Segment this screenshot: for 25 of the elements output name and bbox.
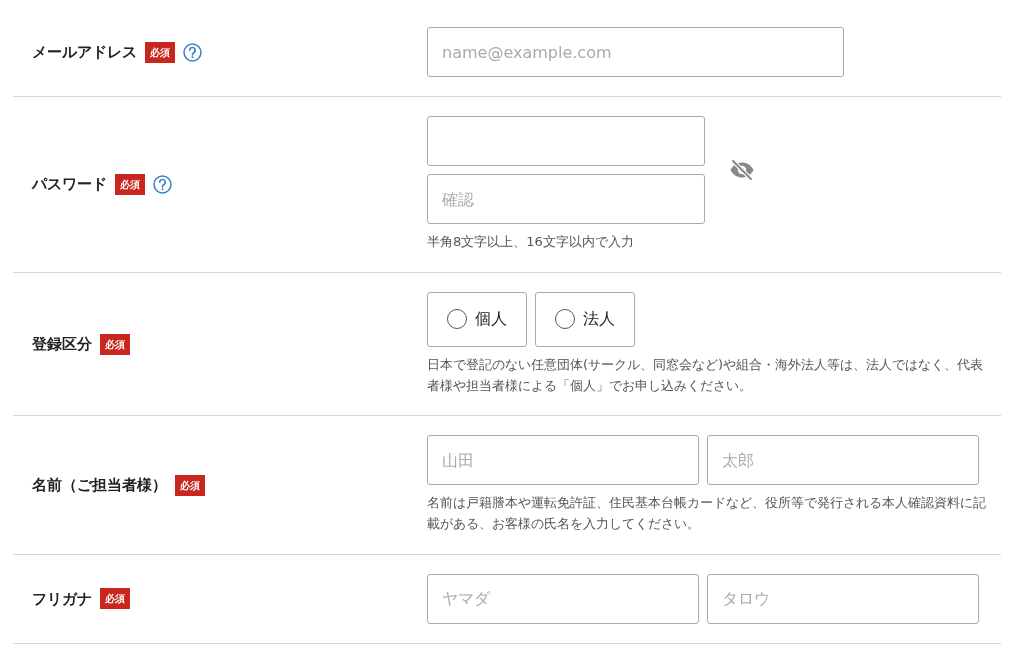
input-field[interactable]: name@example.com bbox=[427, 27, 844, 77]
help-icon[interactable] bbox=[153, 174, 172, 194]
field-label: メールアドレス bbox=[32, 41, 137, 63]
required-tag: 必須 bbox=[145, 41, 175, 63]
input-field[interactable]: タロウ bbox=[707, 574, 979, 624]
help-text: 日本で登記のない任意団体(サークル、同窓会など)や組合・海外法人等は、法人ではなく、代表者様や担当者様による「個人」でお申し込みください。 bbox=[427, 355, 985, 395]
radio-option[interactable]: 個人 bbox=[427, 291, 527, 347]
required-tag: 必須 bbox=[100, 333, 130, 355]
radio-option[interactable]: 法人 bbox=[535, 291, 635, 347]
required-tag: 必須 bbox=[175, 474, 205, 496]
help-text: 名前は戸籍謄本や運転免許証、住民基本台帳カードなど、役所等で発行される本人確認資料に記載がある、お客様の氏名を入力してください。 bbox=[427, 494, 987, 534]
input-field[interactable]: ヤマダ bbox=[427, 574, 699, 624]
field-label: 登録区分 bbox=[32, 333, 92, 355]
required-tag: 必須 bbox=[115, 173, 145, 195]
input-field[interactable]: 確認 bbox=[427, 174, 705, 224]
field-label: パスワード bbox=[32, 174, 107, 196]
field-label: 名前（ご担当者様） bbox=[32, 474, 167, 496]
field-label: フリガナ bbox=[32, 588, 92, 610]
required-tag: 必須 bbox=[100, 588, 130, 610]
input-field[interactable]: 太郎 bbox=[707, 435, 979, 486]
help-icon[interactable] bbox=[183, 42, 202, 62]
input-field[interactable] bbox=[427, 116, 705, 166]
help-text: 半角8文字以上、16文字以内で入力 bbox=[427, 233, 635, 251]
input-field[interactable]: 山田 bbox=[427, 435, 699, 486]
eye-slash-icon[interactable] bbox=[729, 159, 755, 181]
